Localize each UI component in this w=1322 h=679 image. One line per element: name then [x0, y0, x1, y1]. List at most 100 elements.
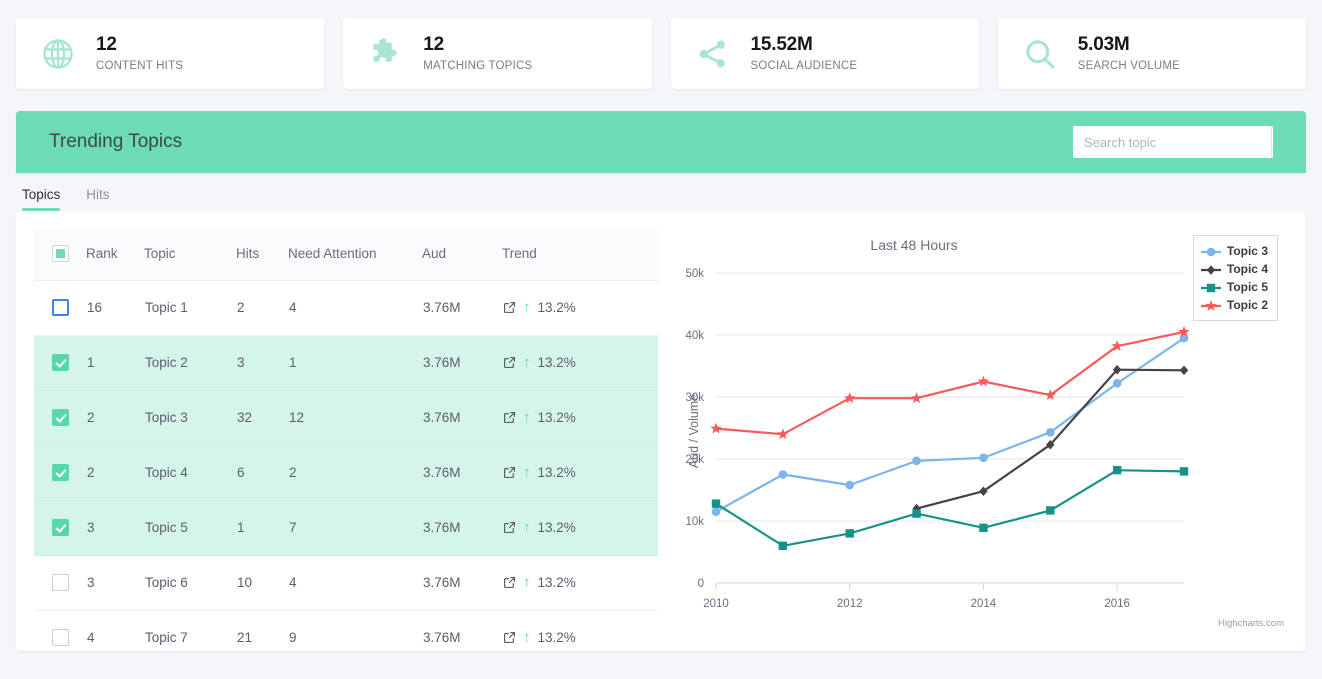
- cell-trend: ↑ 13.2%: [502, 390, 658, 446]
- search-icon: [1020, 34, 1060, 74]
- search-submit-button[interactable]: [1271, 126, 1273, 158]
- svg-text:2016: 2016: [1104, 598, 1130, 610]
- row-checkbox[interactable]: [52, 409, 69, 426]
- legend-marker-star-icon: [1200, 299, 1222, 311]
- cell-need-attention: 7: [288, 500, 422, 556]
- cell-need-attention: 4: [288, 280, 422, 336]
- stat-card-search-volume: 5.03M SEARCH VOLUME: [997, 18, 1306, 89]
- external-link-icon[interactable]: [503, 301, 516, 314]
- select-all-checkbox[interactable]: [52, 244, 69, 262]
- cell-rank: 4: [86, 610, 144, 651]
- cell-topic: Topic 4: [144, 445, 236, 501]
- row-select-cell: [34, 280, 86, 336]
- row-checkbox[interactable]: [52, 354, 69, 371]
- external-link-icon[interactable]: [503, 411, 516, 424]
- cell-hits: 6: [236, 445, 288, 501]
- legend-marker-diamond-icon: [1200, 263, 1222, 275]
- cell-rank: 1: [86, 335, 144, 391]
- stat-value: 5.03M: [1077, 34, 1130, 56]
- trend-up-arrow-icon: ↑: [523, 354, 531, 371]
- stat-card-content-hits: 12 CONTENT HITS: [16, 18, 325, 89]
- cell-aud: 3.76M: [422, 445, 502, 501]
- column-header-hits[interactable]: Hits: [236, 227, 288, 281]
- trend-up-arrow-icon: ↑: [523, 464, 531, 481]
- row-checkbox[interactable]: [52, 574, 69, 591]
- column-header-rank[interactable]: Rank: [86, 227, 144, 281]
- legend-label: Topic 2: [1226, 298, 1268, 312]
- table-header-row: Rank Topic Hits Need Attention Aud Trend: [34, 227, 658, 281]
- stat-value: 15.52M: [750, 34, 813, 56]
- trend-up-arrow-icon: ↑: [523, 409, 531, 426]
- cell-need-attention: 4: [288, 555, 422, 611]
- cell-hits: 3: [236, 335, 288, 391]
- legend-item-topic-2[interactable]: Topic 2: [1200, 296, 1268, 314]
- legend-item-topic-5[interactable]: Topic 5: [1200, 278, 1268, 296]
- search-topic-box: [1073, 126, 1273, 158]
- puzzle-icon: [365, 34, 405, 74]
- cell-need-attention: 2: [288, 445, 422, 501]
- table-row[interactable]: 3 Topic 5 1 7 3.76M ↑ 13.2%: [34, 500, 658, 556]
- globe-icon: [38, 34, 78, 74]
- cell-need-attention: 9: [288, 610, 422, 651]
- trend-up-arrow-icon: ↑: [523, 574, 531, 591]
- stat-value: 12: [423, 34, 444, 56]
- legend-label: Topic 5: [1226, 280, 1268, 294]
- tab-topics[interactable]: Topics: [9, 187, 73, 211]
- stat-label: SOCIAL AUDIENCE: [750, 59, 858, 72]
- cell-trend: ↑ 13.2%: [502, 445, 658, 501]
- cell-aud: 3.76M: [422, 335, 502, 391]
- row-select-cell: [34, 390, 86, 446]
- trending-topics-panel: Trending Topics: [16, 111, 1306, 173]
- cell-topic: Topic 1: [144, 280, 236, 336]
- row-checkbox[interactable]: [52, 464, 69, 481]
- row-select-cell: [34, 500, 86, 556]
- legend-item-topic-3[interactable]: Topic 3: [1200, 242, 1268, 260]
- legend-item-topic-4[interactable]: Topic 4: [1200, 260, 1268, 278]
- external-link-icon[interactable]: [503, 631, 516, 644]
- svg-text:10k: 10k: [685, 516, 704, 528]
- column-header-trend[interactable]: Trend: [502, 227, 658, 281]
- page-title: Trending Topics: [49, 131, 183, 152]
- column-header-topic[interactable]: Topic: [144, 227, 236, 281]
- row-checkbox[interactable]: [52, 299, 69, 316]
- svg-text:0: 0: [698, 578, 704, 590]
- svg-text:40k: 40k: [685, 330, 704, 342]
- stat-value: 12: [96, 34, 117, 56]
- external-link-icon[interactable]: [503, 576, 516, 589]
- external-link-icon[interactable]: [503, 466, 516, 479]
- trend-value: 13.2%: [537, 630, 576, 645]
- column-header-aud[interactable]: Aud: [422, 227, 502, 281]
- tab-hits[interactable]: Hits: [73, 187, 122, 211]
- table-row[interactable]: 2 Topic 3 32 12 3.76M ↑ 13.2%: [34, 390, 658, 446]
- row-checkbox[interactable]: [52, 519, 69, 536]
- trend-value: 13.2%: [537, 410, 576, 425]
- cell-aud: 3.76M: [422, 610, 502, 651]
- chart-legend: Topic 3 Topic 4 Topic 5 Topic 2: [1192, 235, 1278, 321]
- cell-rank: 16: [86, 280, 144, 336]
- svg-text:2010: 2010: [703, 598, 729, 610]
- stat-card-social-audience: 15.52M SOCIAL AUDIENCE: [670, 18, 979, 89]
- cell-topic: Topic 2: [144, 335, 236, 391]
- legend-label: Topic 4: [1226, 262, 1268, 276]
- search-input[interactable]: [1073, 126, 1271, 158]
- external-link-icon[interactable]: [503, 521, 516, 534]
- column-header-need-attention[interactable]: Need Attention: [288, 227, 422, 281]
- table-row[interactable]: 2 Topic 4 6 2 3.76M ↑ 13.2%: [34, 445, 658, 501]
- cell-rank: 3: [86, 500, 144, 556]
- cell-rank: 2: [86, 445, 144, 501]
- cell-need-attention: 12: [288, 390, 422, 446]
- svg-text:30k: 30k: [685, 392, 704, 404]
- row-checkbox[interactable]: [52, 629, 69, 646]
- table-row[interactable]: 1 Topic 2 3 1 3.76M ↑ 13.2%: [34, 335, 658, 391]
- cell-hits: 1: [236, 500, 288, 556]
- table-head: Rank Topic Hits Need Attention Aud Trend: [34, 227, 658, 281]
- legend-marker-circle-icon: [1200, 245, 1222, 257]
- svg-text:2014: 2014: [971, 598, 997, 610]
- external-link-icon[interactable]: [503, 356, 516, 369]
- table-row[interactable]: 3 Topic 6 10 4 3.76M ↑ 13.2%: [34, 555, 658, 611]
- table-row[interactable]: 16 Topic 1 2 4 3.76M ↑ 13.2%: [34, 280, 658, 336]
- table-row[interactable]: 4 Topic 7 21 9 3.76M ↑ 13.2%: [34, 610, 658, 651]
- trend-up-arrow-icon: ↑: [523, 629, 531, 646]
- trend-up-arrow-icon: ↑: [523, 519, 531, 536]
- cell-rank: 3: [86, 555, 144, 611]
